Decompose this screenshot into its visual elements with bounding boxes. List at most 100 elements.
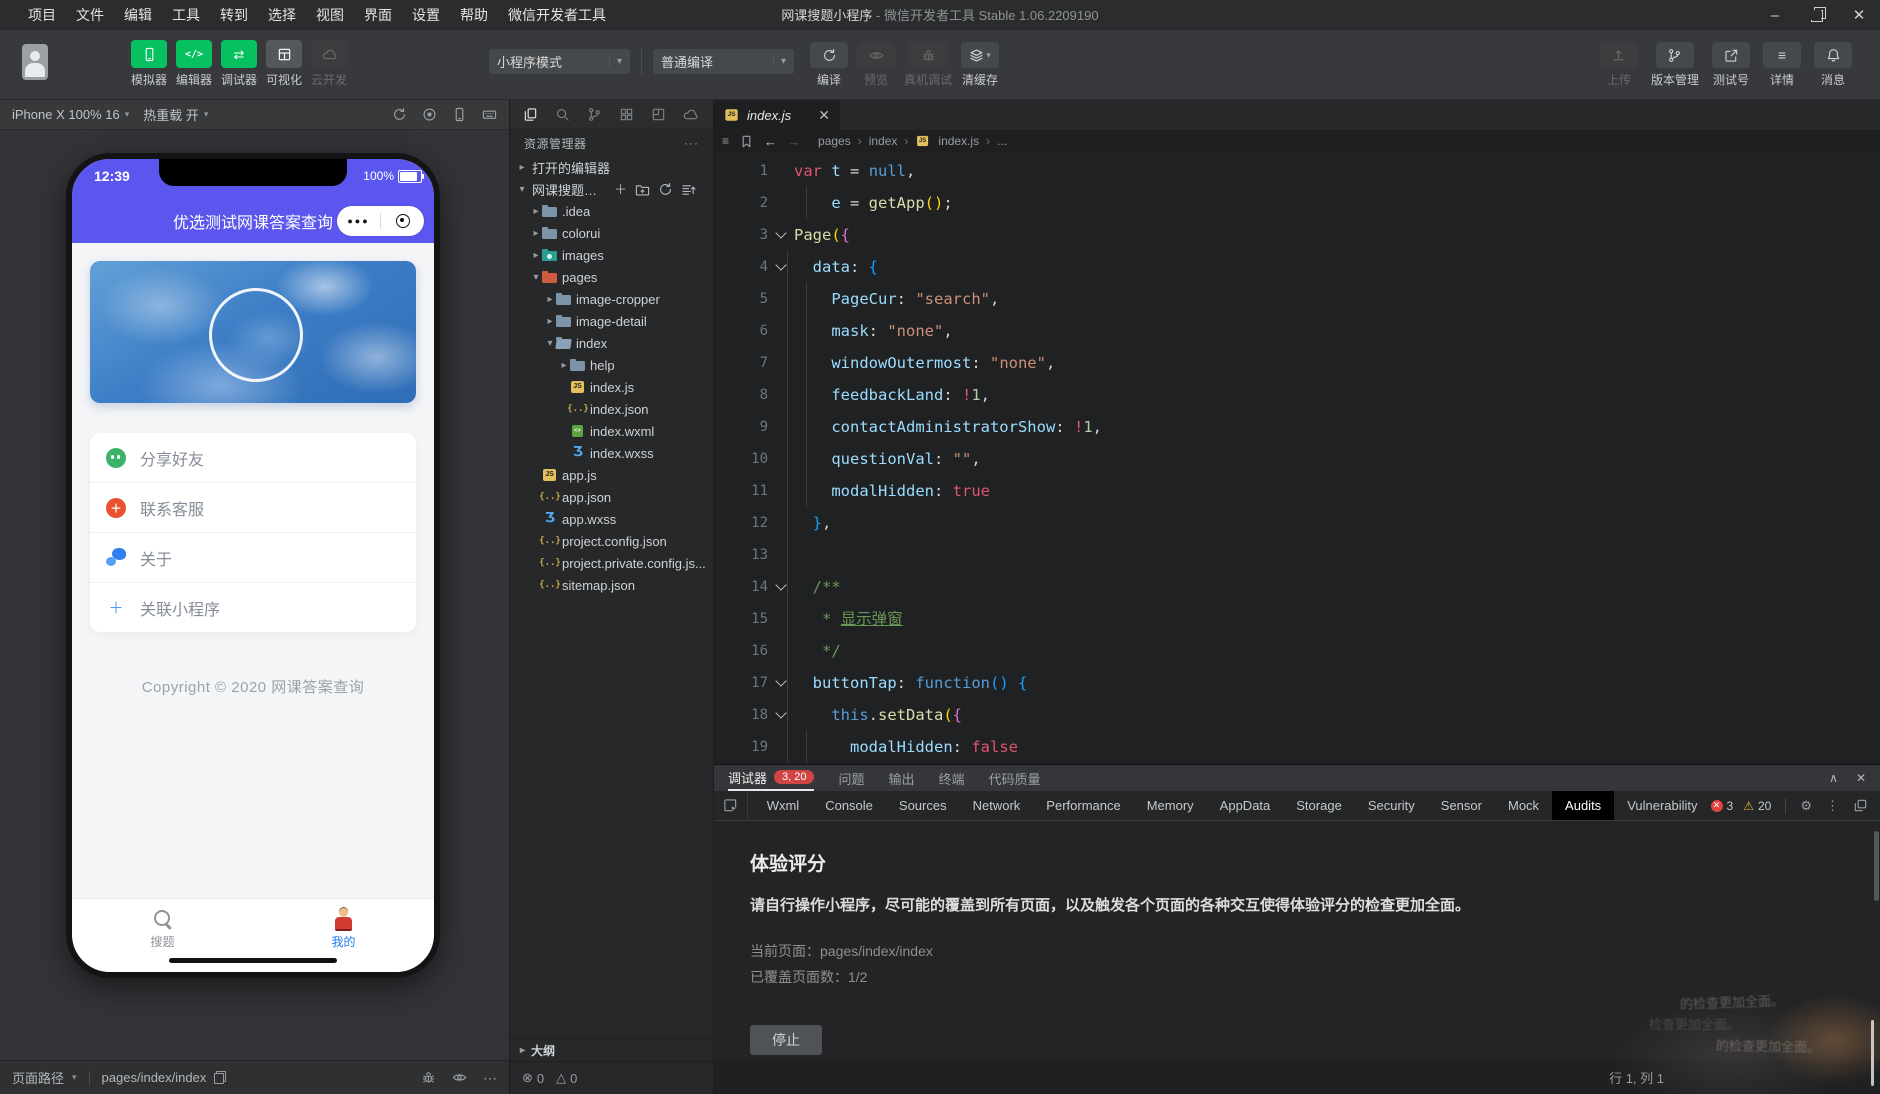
action-测试号[interactable]: 测试号 (1712, 42, 1750, 88)
devtools-tab-Audits[interactable]: Audits (1552, 791, 1615, 820)
eye-icon[interactable] (452, 1070, 467, 1085)
menu-帮助[interactable]: 帮助 (450, 0, 498, 30)
menu-item-分享好友[interactable]: 分享好友 (90, 433, 416, 482)
code-line[interactable]: 18 this.setData({ (714, 699, 1880, 731)
devtools-tab-Mock[interactable]: Mock (1495, 791, 1552, 820)
code-editor[interactable]: 1 var t = null, 2 e = getApp(); 3 Page({4 da… (714, 152, 1880, 764)
menu-item-关联小程序[interactable]: 关联小程序 (90, 582, 416, 632)
minimize-button[interactable]: – (1754, 0, 1796, 30)
crumb-pages[interactable]: pages (818, 134, 851, 148)
outline-list-icon[interactable]: ≡ (722, 135, 729, 147)
tree-item-index.wxss[interactable]: index.wxss (510, 442, 713, 464)
page-path-label[interactable]: 页面路径 (12, 1068, 64, 1087)
tree-item-index.json[interactable]: index.json (510, 398, 713, 420)
tree-item-image-cropper[interactable]: ▸ image-cropper (510, 288, 713, 310)
banner-image[interactable] (90, 261, 416, 403)
tool-调试器[interactable]: ⇄ 调试器 (220, 40, 258, 88)
explorer-more-icon[interactable]: ··· (684, 136, 699, 150)
tab-index-js[interactable]: index.js ✕ (714, 100, 840, 130)
compile-mode-select[interactable]: 普通编译 ▾ (653, 49, 794, 74)
code-line[interactable]: 5 PageCur: "search", (714, 283, 1880, 315)
collapse-all-icon[interactable] (681, 182, 696, 197)
tool-模拟器[interactable]: 模拟器 (130, 40, 168, 88)
tree-item-app.js[interactable]: app.js (510, 464, 713, 486)
crumb-...[interactable]: ... (997, 134, 1007, 148)
hot-reload-toggle[interactable]: 热重载 开 ▾ (143, 105, 222, 124)
menu-转到[interactable]: 转到 (210, 0, 258, 30)
menu-文件[interactable]: 文件 (66, 0, 114, 30)
new-file-icon[interactable]: ＋ (614, 182, 627, 197)
menu-工具[interactable]: 工具 (162, 0, 210, 30)
menu-界面[interactable]: 界面 (354, 0, 402, 30)
fold-chevron-icon[interactable] (775, 259, 787, 271)
devtools-tab-Console[interactable]: Console (812, 791, 886, 820)
code-line[interactable]: 15 * 显示弹窗 (714, 603, 1880, 635)
action-详情[interactable]: ≡ 详情 (1763, 42, 1801, 88)
tree-item-app.wxss[interactable]: app.wxss (510, 508, 713, 530)
devtools-tab-AppData[interactable]: AppData (1207, 791, 1284, 820)
files-icon[interactable] (514, 101, 546, 129)
menu-item-联系客服[interactable]: 联系客服 (90, 482, 416, 532)
new-folder-icon[interactable] (635, 182, 650, 197)
record-icon[interactable] (422, 107, 437, 122)
code-line[interactable]: 4 data: { (714, 251, 1880, 283)
stop-button[interactable]: 停止 (750, 1025, 822, 1055)
menu-编辑[interactable]: 编辑 (114, 0, 162, 30)
crumb-index.js[interactable]: index.js (938, 134, 979, 148)
tree-item-index.wxml[interactable]: index.wxml (510, 420, 713, 442)
inspect-icon[interactable] (714, 791, 748, 820)
nav-back-icon[interactable]: ← (764, 134, 777, 149)
mode-select[interactable]: 小程序模式 ▾ (489, 49, 630, 74)
cloud-icon[interactable] (674, 101, 706, 129)
code-line[interactable]: 3 Page({ (714, 219, 1880, 251)
tree-item-网课搜题小...[interactable]: ▾ 网课搜题小... ＋ (510, 178, 713, 200)
search-icon[interactable] (546, 101, 578, 129)
code-line[interactable]: 9 contactAdministratorShow: !1, (714, 411, 1880, 443)
devtools-tab-Network[interactable]: Network (960, 791, 1034, 820)
crumb-index[interactable]: index (869, 134, 898, 148)
settings-gear-icon[interactable]: ⚙ (1800, 799, 1812, 812)
tree-item-.idea[interactable]: ▸ .idea (510, 200, 713, 222)
devtools-tab-Performance[interactable]: Performance (1033, 791, 1133, 820)
menu-微信开发者工具[interactable]: 微信开发者工具 (498, 0, 616, 30)
refresh-icon[interactable] (392, 107, 407, 122)
menu-项目[interactable]: 项目 (18, 0, 66, 30)
problems-counter[interactable]: ⊗ 0 △ 0 (510, 1061, 713, 1094)
tree-item-index.js[interactable]: index.js (510, 376, 713, 398)
devtools-tab-Security[interactable]: Security (1355, 791, 1428, 820)
collapse-panel-icon[interactable]: ∧ (1829, 772, 1838, 784)
code-line[interactable]: 14 /** (714, 571, 1880, 603)
restore-button[interactable] (1796, 0, 1838, 30)
close-panel-icon[interactable]: ✕ (1856, 772, 1866, 784)
extensions-icon[interactable] (610, 101, 642, 129)
scrollbar[interactable] (1874, 831, 1879, 901)
tab-close-icon[interactable]: ✕ (818, 107, 830, 124)
menu-设置[interactable]: 设置 (402, 0, 450, 30)
tree-item-pages[interactable]: ▾ pages (510, 266, 713, 288)
code-line[interactable]: 1 var t = null, (714, 155, 1880, 187)
devtools-tab-Sensor[interactable]: Sensor (1428, 791, 1495, 820)
debugger-tab-输出[interactable]: 输出 (889, 765, 915, 791)
action-清缓存[interactable]: ▾ 清缓存 (961, 42, 1000, 88)
device-frame-icon[interactable] (452, 107, 467, 122)
code-line[interactable]: 2 e = getApp(); (714, 187, 1880, 219)
menu-视图[interactable]: 视图 (306, 0, 354, 30)
tree-item-images[interactable]: ▸ images (510, 244, 713, 266)
code-line[interactable]: 12 }, (714, 507, 1880, 539)
devtools-tab-Memory[interactable]: Memory (1134, 791, 1207, 820)
package-icon[interactable] (642, 101, 674, 129)
code-line[interactable]: 6 mask: "none", (714, 315, 1880, 347)
fold-chevron-icon[interactable] (775, 227, 787, 239)
kebab-menu-icon[interactable]: ⋮ (1826, 799, 1839, 812)
code-line[interactable]: 19 modalHidden: false (714, 731, 1880, 763)
action-消息[interactable]: 消息 (1814, 42, 1852, 88)
code-line[interactable]: 10 questionVal: "", (714, 443, 1880, 475)
bookmark-icon[interactable] (739, 134, 754, 149)
exit-icon[interactable] (381, 214, 424, 228)
outline-section[interactable]: ▸ 大纲 (510, 1038, 713, 1061)
tree-item-image-detail[interactable]: ▸ image-detail (510, 310, 713, 332)
capsule-button[interactable]: ●●● (337, 206, 424, 236)
debugger-tab-代码质量[interactable]: 代码质量 (989, 765, 1041, 791)
more-dots-icon[interactable]: ⋯ (483, 1070, 497, 1085)
code-line[interactable]: 16 */ (714, 635, 1880, 667)
